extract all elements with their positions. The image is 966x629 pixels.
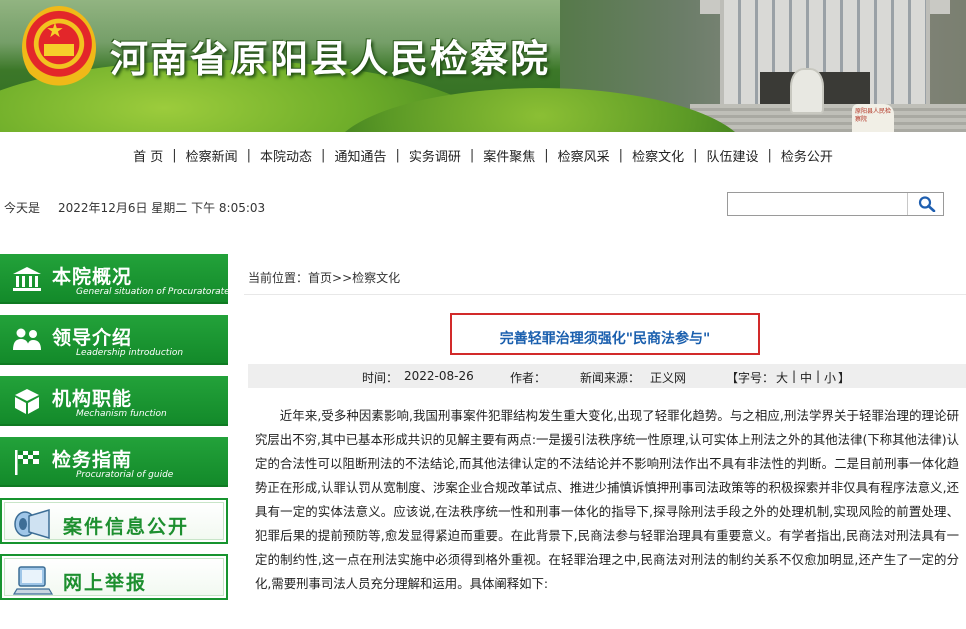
nav-item-cases[interactable]: 案件聚焦 | bbox=[474, 146, 548, 165]
people-icon bbox=[13, 328, 41, 350]
nav-item-team[interactable]: 队伍建设 | bbox=[697, 146, 771, 165]
date-value: 2022年12月6日 星期二 下午 8:05:03 bbox=[58, 201, 266, 215]
sidebar-item-leadership[interactable]: 领导介绍 Leadership introduction bbox=[0, 315, 228, 365]
date-display: 今天是 2022年12月6日 星期二 下午 8:05:03 bbox=[4, 199, 265, 216]
source-value: 正义网 bbox=[650, 371, 687, 385]
search-input[interactable] bbox=[730, 195, 906, 213]
search-icon bbox=[918, 196, 936, 212]
nav-item-culture[interactable]: 检察文化 | bbox=[623, 146, 697, 165]
megaphone-icon bbox=[14, 508, 50, 540]
main-nav: 首 页 | 检察新闻 | 本院动态 | 通知通告 | 实务调研 | 案件聚焦 | 检察风采 |… bbox=[0, 140, 966, 170]
article-body: 近年来,受多种因素影响,我国刑事案件犯罪结构发生重大变化,出现了轻罪化趋势。与之… bbox=[255, 404, 959, 596]
sidebar-item-guide[interactable]: 检务指南 Procuratorial of guide bbox=[0, 437, 228, 487]
nav-item-notices[interactable]: 通知通告 | bbox=[325, 146, 399, 165]
search-button[interactable] bbox=[907, 193, 943, 215]
sidebar-item-label: 检务指南 bbox=[52, 449, 133, 471]
source-label: 新闻来源： bbox=[580, 371, 641, 385]
site-title: 河南省原阳县人民检察院 bbox=[110, 39, 551, 81]
nav-item-home[interactable]: 首 页 | bbox=[124, 146, 177, 165]
divider bbox=[244, 294, 966, 295]
nav-item-style[interactable]: 检察风采 | bbox=[549, 146, 623, 165]
header-banner: 原阳县人民检察院 ★ 河南省原阳县人民检察院 bbox=[0, 0, 966, 132]
breadcrumb: 当前位置：首页>>检察文化 bbox=[248, 269, 400, 286]
nav-item-dynamics[interactable]: 本院动态 | bbox=[251, 146, 325, 165]
nav-item-research[interactable]: 实务调研 | bbox=[400, 146, 474, 165]
sidebar-item-label: 本院概况 bbox=[52, 266, 133, 288]
font-size-medium-button[interactable]: 中 bbox=[800, 369, 812, 386]
stone-lion-icon bbox=[790, 68, 824, 114]
building-icon bbox=[13, 267, 41, 291]
sidebar-item-subtitle: General situation of Procuratorate bbox=[76, 287, 230, 297]
inscription-stone: 原阳县人民检察院 bbox=[852, 104, 894, 132]
font-size-bracket: 】 bbox=[838, 371, 851, 385]
sidebar-item-label: 领导介绍 bbox=[52, 327, 133, 349]
article-paragraph: 近年来,受多种因素影响,我国刑事案件犯罪结构发生重大变化,出现了轻罪化趋势。与之… bbox=[255, 408, 959, 591]
breadcrumb-separator: >> bbox=[332, 271, 353, 285]
sidebar-item-subtitle: Mechanism function bbox=[76, 409, 167, 419]
sidebar-item-functions[interactable]: 机构职能 Mechanism function bbox=[0, 376, 228, 426]
sidebar-item-label: 机构职能 bbox=[52, 388, 133, 410]
computer-icon bbox=[13, 566, 53, 595]
breadcrumb-home-link[interactable]: 首页 bbox=[308, 271, 332, 285]
article-title: 完善轻罪治理须强化"民商法参与" bbox=[499, 331, 711, 347]
breadcrumb-prefix: 当前位置： bbox=[248, 271, 309, 285]
sidebar-item-subtitle: Procuratorial of guide bbox=[76, 470, 174, 480]
sidebar-item-online-report[interactable]: 网上举报 bbox=[0, 554, 228, 600]
national-emblem-icon: ★ bbox=[22, 6, 96, 90]
flag-icon bbox=[15, 450, 39, 475]
article-title-box: 完善轻罪治理须强化"民商法参与" bbox=[450, 313, 760, 355]
sidebar-item-overview[interactable]: 本院概况 General situation of Procuratorate bbox=[0, 254, 230, 304]
date-label: 今天是 bbox=[4, 201, 41, 215]
breadcrumb-section-link[interactable]: 检察文化 bbox=[352, 271, 400, 285]
nav-item-news[interactable]: 检察新闻 | bbox=[177, 146, 251, 165]
sidebar-item-case-info[interactable]: 案件信息公开 bbox=[0, 498, 228, 544]
banner-steps bbox=[690, 104, 966, 132]
sidebar-item-label: 网上举报 bbox=[63, 572, 148, 594]
sidebar-item-label: 案件信息公开 bbox=[63, 516, 190, 538]
font-size-small-button[interactable]: 小 bbox=[824, 369, 836, 386]
author-label: 作者： bbox=[510, 371, 547, 385]
font-size-separator: | bbox=[816, 369, 821, 383]
font-size-large-button[interactable]: 大 bbox=[776, 369, 788, 386]
time-label: 时间： bbox=[362, 371, 399, 385]
font-size-separator: | bbox=[792, 369, 797, 383]
cube-icon bbox=[15, 389, 39, 414]
sidebar-item-subtitle: Leadership introduction bbox=[76, 348, 184, 358]
article-meta: 时间： 2022-08-26 作者： 新闻来源： 正义网 【字号： 大 | 中 … bbox=[248, 364, 966, 388]
nav-item-disclosure[interactable]: 检务公开 bbox=[772, 146, 842, 165]
font-size-label: 【字号： bbox=[726, 371, 775, 385]
publish-date: 2022-08-26 bbox=[404, 369, 474, 383]
sidebar: 本院概况 General situation of Procuratorate … bbox=[0, 254, 230, 610]
search-box bbox=[727, 192, 944, 216]
